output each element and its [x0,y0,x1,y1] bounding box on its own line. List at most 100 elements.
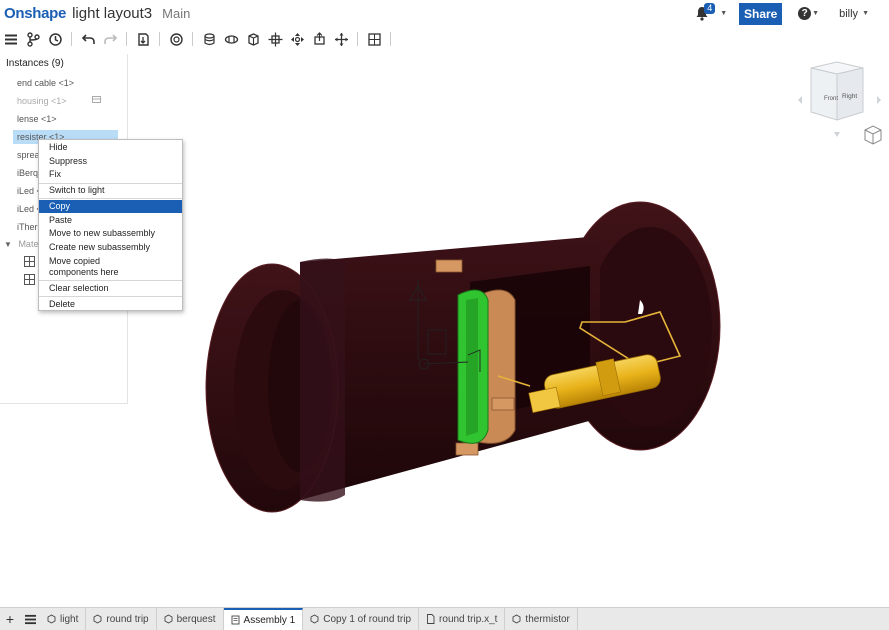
notifications-button[interactable]: 4 [689,2,716,24]
menu-item-move-to-new-subassembly[interactable]: Move to new subassembly [39,228,182,239]
menu-item-clear-selection[interactable]: Clear selection [39,283,182,294]
user-menu-button[interactable]: billy ▼ [839,8,869,20]
fastened-mate-icon[interactable] [24,274,35,285]
help-icon: ? [798,7,812,20]
view-cube-menu-icon[interactable] [864,125,882,145]
measure-button[interactable] [363,28,385,50]
share-button[interactable]: Share [739,2,783,25]
menu-item-copy[interactable]: Copy [39,200,182,213]
insert-icon [137,32,149,46]
lense-ring[interactable] [457,289,489,444]
add-tab-button[interactable]: + [0,608,20,630]
menu-item-suppress[interactable]: Suppress [39,156,182,167]
graphics-viewport[interactable] [128,54,889,606]
menu-divider [39,183,182,184]
tab-assembly-1[interactable]: Assembly 1 [223,608,304,630]
revolute-mate-icon [224,34,238,44]
tab-label: berquest [176,613,216,625]
revolute-mate-button[interactable] [220,28,242,50]
chevron-down-icon[interactable]: ▼ [4,240,12,249]
menu-item-hide[interactable]: Hide [39,142,182,153]
tab-thermistor[interactable]: thermistor [505,608,578,630]
help-menu-button[interactable]: ? ▼ [798,7,819,20]
file-icon [427,614,435,624]
cylindrical-mate-button[interactable] [286,28,308,50]
instance-item[interactable]: housing <1> [13,94,118,108]
tab-berquest[interactable]: berquest [157,608,224,630]
history-button[interactable] [44,28,66,50]
toolbar-divider [357,32,358,46]
view-cube-front-label: Front [824,96,838,102]
hidden-icon[interactable] [92,96,101,103]
onshape-logo[interactable]: Onshape [4,5,66,22]
workspace-branch[interactable]: Main [162,6,190,21]
menu-item-create-new-subassembly[interactable]: Create new subassembly [39,242,182,253]
instances-title: Instances (9) [6,58,64,69]
menu-icon [4,34,17,44]
list-icon [24,614,36,624]
toolbar-divider [159,32,160,46]
document-name[interactable]: light layout3 [72,5,152,22]
ball-mate-button[interactable] [330,28,352,50]
version-graph-button[interactable] [22,28,44,50]
menu-item-switch-to-light[interactable]: Switch to light [39,185,182,196]
ball-mate-icon [334,32,348,46]
tab-label: light [60,613,79,625]
history-icon [48,32,62,46]
view-cube[interactable]: Front Right [797,60,883,152]
chevron-down-icon[interactable]: ▼ [720,10,727,17]
undo-button[interactable] [77,28,99,50]
toolbar-divider [71,32,72,46]
version-graph-icon [26,31,40,47]
chevron-down-icon: ▼ [812,10,820,17]
menu-button[interactable] [0,28,22,50]
toolbar [0,28,420,50]
toolbar-divider [390,32,391,46]
fastened-mate-icon[interactable] [24,256,35,267]
part-studio-icon [164,614,173,624]
fastened-mate-icon [203,32,215,45]
undo-icon [81,33,95,44]
slider-mate-icon [247,32,259,46]
user-name: billy [839,7,859,20]
tab-list-button[interactable] [20,608,40,630]
app-window: Onshape light layout3 Main 4 ▼ Share ? ▼… [0,0,889,630]
view-cube-right-label: Right [842,93,857,100]
plus-icon: + [5,611,15,627]
top-bar-right: 4 ▼ Share ? ▼ billy ▼ [689,0,889,27]
menu-item-fix[interactable]: Fix [39,169,182,180]
tab-label: Assembly 1 [243,614,296,626]
tab-round-trip-x-t[interactable]: round trip.x_t [419,608,506,630]
toolbar-divider [192,32,193,46]
pin-slot-mate-button[interactable] [308,28,330,50]
tab-copy-1-of-round-trip[interactable]: Copy 1 of round trip [303,608,420,630]
insert-button[interactable] [132,28,154,50]
tab-light[interactable]: light [40,608,87,630]
rotate-left-arrow-icon[interactable] [798,96,802,104]
redo-icon [103,33,117,44]
menu-item-move-copied-components-here[interactable]: Move copied components here [39,256,149,278]
part-studio-icon [93,614,102,624]
tab-label: round trip [106,613,149,625]
chevron-down-icon: ▼ [862,10,869,17]
bottom-tab-bar: + light round trip berquest Assembly 1 C… [0,607,889,630]
menu-item-delete[interactable]: Delete [39,299,182,310]
slider-mate-button[interactable] [242,28,264,50]
redo-button[interactable] [99,28,121,50]
rotate-right-arrow-icon[interactable] [877,96,881,104]
mate-connector-button[interactable] [165,28,187,50]
measure-icon [367,32,381,46]
instance-item[interactable]: end cable <1> [13,76,118,90]
tab-round-trip[interactable]: round trip [86,608,157,630]
toolbar-divider [126,32,127,46]
fastened-mate-button[interactable] [198,28,220,50]
pin-slot-mate-icon [313,31,325,45]
menu-divider [39,198,182,199]
tab-label: thermistor [525,613,570,625]
top-bar: Onshape light layout3 Main 4 ▼ Share ? ▼… [0,0,889,27]
instance-item[interactable]: lense <1> [13,112,118,126]
menu-item-paste[interactable]: Paste [39,215,182,226]
planar-mate-button[interactable] [264,28,286,50]
part-studio-icon [310,614,319,624]
rotate-down-arrow-icon[interactable] [834,132,840,137]
